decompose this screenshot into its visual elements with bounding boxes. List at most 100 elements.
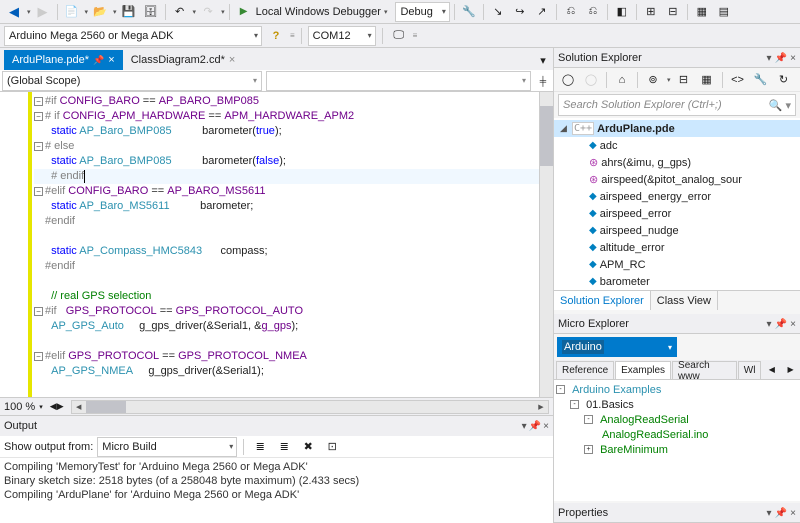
- output-title: Output: [4, 420, 37, 432]
- fwd-icon[interactable]: ◯: [581, 70, 601, 90]
- collapse-icon[interactable]: ⊟: [674, 70, 694, 90]
- me-tab-reference[interactable]: Reference: [556, 361, 614, 379]
- tree-item[interactable]: ⊛airspeed(&pitot_analog_sour: [554, 171, 800, 188]
- tb-icon-g[interactable]: ▤: [714, 2, 734, 22]
- me-tab-more[interactable]: Wl: [738, 361, 762, 379]
- tree-item[interactable]: ◆adc: [554, 137, 800, 154]
- help-icon[interactable]: ?: [266, 26, 286, 46]
- output-text[interactable]: Compiling 'MemoryTest' for 'Arduino Mega…: [0, 458, 553, 523]
- output-source-combo[interactable]: Micro Build: [97, 437, 237, 457]
- tb-icon-f[interactable]: ▦: [692, 2, 712, 22]
- tb-icon-b[interactable]: ⎌: [583, 2, 603, 22]
- split-icon[interactable]: ╪: [533, 71, 553, 91]
- back-icon[interactable]: ◯: [558, 70, 578, 90]
- panel-menu-icon[interactable]: ▾: [767, 53, 772, 64]
- close-icon[interactable]: ×: [108, 54, 114, 66]
- start-debug-button[interactable]: ▶: [234, 2, 254, 22]
- panel-menu-icon[interactable]: ▾: [522, 421, 527, 432]
- prop-icon[interactable]: 🔧: [751, 70, 771, 90]
- toolbar-icon-1[interactable]: 🔧: [459, 2, 479, 22]
- tab-overflow-icon[interactable]: ▾: [533, 50, 553, 70]
- step-over-icon[interactable]: ↪: [510, 2, 530, 22]
- panel-pin-icon[interactable]: 📌: [775, 53, 787, 64]
- zoom-level[interactable]: 100 %: [4, 401, 35, 413]
- tab-solution-explorer[interactable]: Solution Explorer: [554, 291, 651, 310]
- panel-menu-icon[interactable]: ▾: [767, 319, 772, 330]
- panel-close-icon[interactable]: ×: [790, 508, 796, 519]
- panel-close-icon[interactable]: ×: [543, 421, 549, 432]
- panel-pin-icon[interactable]: 📌: [775, 508, 787, 519]
- panel-pin-icon[interactable]: 📌: [775, 319, 787, 330]
- tb-icon-e[interactable]: ⊟: [663, 2, 683, 22]
- tree-item[interactable]: ◆airspeed_nudge: [554, 222, 800, 239]
- tab-arduplane[interactable]: ArduPlane.pde* 📌 ×: [4, 50, 123, 70]
- output-icon-2[interactable]: ≣: [274, 437, 294, 457]
- micro-explorer-tabs: Reference Examples Search www Wl ◀ ▶: [554, 360, 800, 380]
- solution-search-input[interactable]: Search Solution Explorer (Ctrl+;) 🔍 ▾: [558, 94, 796, 116]
- solution-toolbar: ◯ ◯ ⌂ ⊚▾ ⊟ ▦ <> 🔧 ↻: [554, 68, 800, 92]
- micro-filter-combo[interactable]: Arduino▾: [557, 337, 677, 357]
- tab-scroll-left-icon[interactable]: ◀: [762, 359, 781, 379]
- properties-title: Properties: [558, 507, 608, 519]
- new-project-icon[interactable]: 📄: [62, 2, 82, 22]
- port-combo[interactable]: COM12: [308, 26, 376, 46]
- code-icon[interactable]: <>: [728, 70, 748, 90]
- tree-item[interactable]: ◆barometer: [554, 273, 800, 290]
- main-toolbar-1: ◀▾ ▶ 📄▾ 📂▾ 💾 🗄 ↶▾ ↷▾ ▶ Local Windows Deb…: [0, 0, 800, 24]
- vscrollbar[interactable]: [539, 92, 553, 397]
- tb-icon-d[interactable]: ⊞: [641, 2, 661, 22]
- panel-close-icon[interactable]: ×: [790, 53, 796, 64]
- step-into-icon[interactable]: ↘: [488, 2, 508, 22]
- main-toolbar-2: Arduino Mega 2560 or Mega ADK ? ≡ COM12 …: [0, 24, 800, 48]
- output-icon-3[interactable]: ✖: [298, 437, 318, 457]
- zoom-icon[interactable]: ◀▶: [47, 397, 67, 417]
- output-icon-4[interactable]: ⊡: [322, 437, 342, 457]
- open-file-icon[interactable]: 📂: [90, 2, 110, 22]
- nav-back-button[interactable]: ◀: [4, 2, 24, 22]
- micro-explorer-tree[interactable]: - Arduino Examples - 01.Basics - AnalogR…: [554, 380, 800, 501]
- monitor-icon[interactable]: 🖵: [389, 26, 409, 46]
- solution-explorer-title: Solution Explorer: [558, 52, 642, 64]
- me-tab-search[interactable]: Search www: [672, 361, 737, 379]
- redo-icon[interactable]: ↷: [198, 2, 218, 22]
- code-editor[interactable]: −#if CONFIG_BARO == AP_BARO_BMP085−# if …: [0, 92, 553, 397]
- solution-tree[interactable]: ◢C++ArduPlane.pde◆adc⊛ahrs(&imu, g_gps)⊛…: [554, 118, 800, 290]
- tab-scroll-right-icon[interactable]: ▶: [781, 359, 800, 379]
- panel-pin-icon[interactable]: 📌: [529, 421, 541, 432]
- tb-icon-a[interactable]: ⎌: [561, 2, 581, 22]
- refresh-icon[interactable]: ↻: [774, 70, 794, 90]
- board-combo[interactable]: Arduino Mega 2560 or Mega ADK: [4, 26, 262, 46]
- config-combo[interactable]: Debug: [395, 2, 449, 22]
- tree-item[interactable]: ⊛ahrs(&imu, g_gps): [554, 154, 800, 171]
- solution-subtabs: Solution Explorer Class View: [554, 290, 800, 310]
- save-all-icon[interactable]: 🗄: [141, 2, 161, 22]
- tab-class-view[interactable]: Class View: [651, 291, 718, 310]
- tree-item[interactable]: ◆airspeed_error: [554, 205, 800, 222]
- panel-menu-icon[interactable]: ▾: [767, 508, 772, 519]
- close-icon[interactable]: ×: [229, 54, 235, 66]
- hscrollbar[interactable]: ◀ ▶: [71, 400, 549, 414]
- tab-classdiagram[interactable]: ClassDiagram2.cd* ×: [123, 50, 244, 70]
- pin-icon[interactable]: 📌: [93, 55, 104, 66]
- tree-item[interactable]: ◆airspeed_energy_error: [554, 188, 800, 205]
- sync-icon[interactable]: ⊚: [643, 70, 663, 90]
- undo-icon[interactable]: ↶: [170, 2, 190, 22]
- step-out-icon[interactable]: ↗: [532, 2, 552, 22]
- output-icon-1[interactable]: ≣: [250, 437, 270, 457]
- debugger-target[interactable]: Local Windows Debugger: [256, 6, 381, 18]
- home-icon[interactable]: ⌂: [612, 70, 632, 90]
- panel-close-icon[interactable]: ×: [790, 319, 796, 330]
- nav-forward-button[interactable]: ▶: [33, 2, 53, 22]
- member-combo[interactable]: ▾: [266, 71, 531, 91]
- document-tabs: ArduPlane.pde* 📌 × ClassDiagram2.cd* × ▾: [0, 48, 553, 70]
- show-all-icon[interactable]: ▦: [697, 70, 717, 90]
- scope-bar: (Global Scope)▾ ▾ ╪: [0, 70, 553, 92]
- me-tab-examples[interactable]: Examples: [615, 361, 671, 379]
- zoom-bar: 100 % ▾ ◀▶ ◀ ▶: [0, 397, 553, 415]
- tree-item[interactable]: ◆altitude_error: [554, 239, 800, 256]
- output-source-label: Show output from:: [4, 441, 93, 453]
- tb-icon-c[interactable]: ◧: [612, 2, 632, 22]
- tree-item[interactable]: ◆APM_RC: [554, 256, 800, 273]
- save-icon[interactable]: 💾: [119, 2, 139, 22]
- scope-combo[interactable]: (Global Scope)▾: [2, 71, 262, 91]
